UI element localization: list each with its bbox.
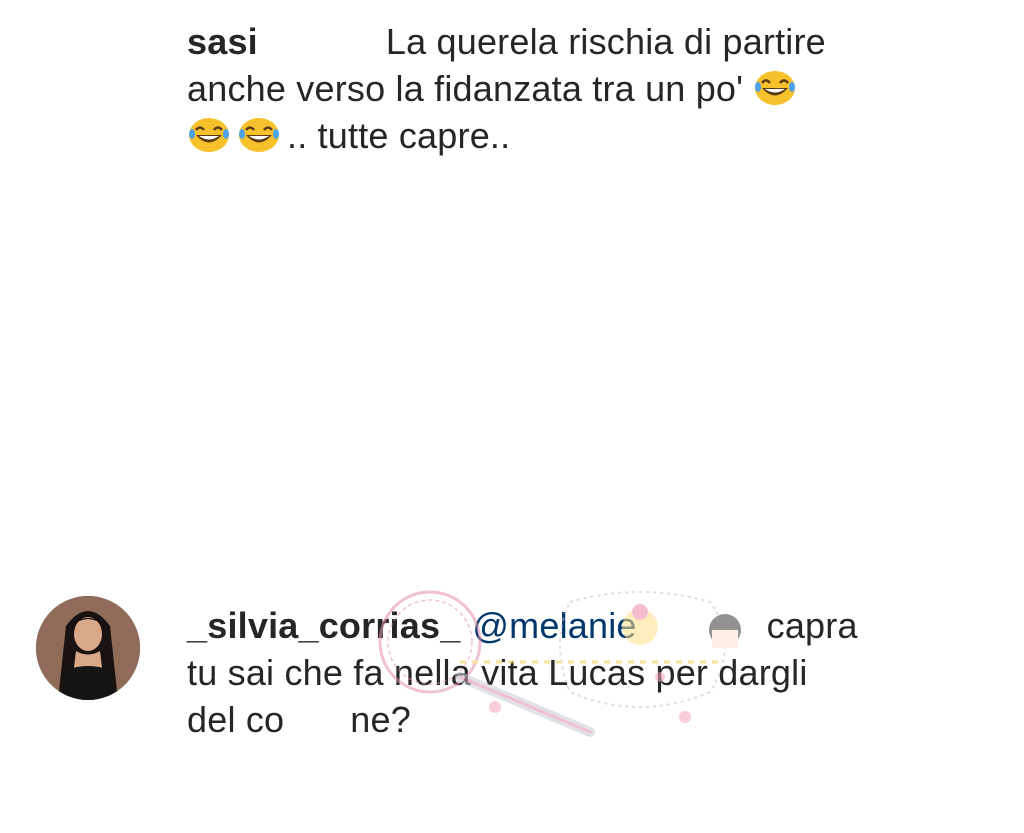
- comment-body: sasi La querela rischia di partire anche …: [187, 18, 887, 159]
- face-with-tears-of-joy-icon: [237, 116, 281, 154]
- face-with-tears-of-joy-icon: [753, 69, 797, 107]
- comment-text-line1: La querela rischia di partire: [385, 21, 826, 62]
- comment-username[interactable]: _silvia_corrias_: [187, 605, 460, 646]
- comment-body: _silvia_corrias_ @melanie capra tu sai che…: [187, 602, 887, 743]
- comment-text-line2: anche verso la fidanzata tra un po': [187, 68, 744, 109]
- comment-text-line3: .. tutte capre..: [287, 115, 511, 156]
- face-with-tears-of-joy-icon: [187, 116, 231, 154]
- comment-text-line3-start: del co: [187, 699, 285, 740]
- comment-text-line3-end: ne?: [350, 699, 411, 740]
- mention-link[interactable]: @melanie: [472, 605, 636, 646]
- user-avatar[interactable]: [36, 596, 140, 700]
- comment-text-line2: tu sai che fa nella vita Lucas per dargl…: [187, 652, 808, 693]
- comment-text-line1-end: capra: [766, 605, 858, 646]
- comment-username[interactable]: sasi: [187, 21, 258, 62]
